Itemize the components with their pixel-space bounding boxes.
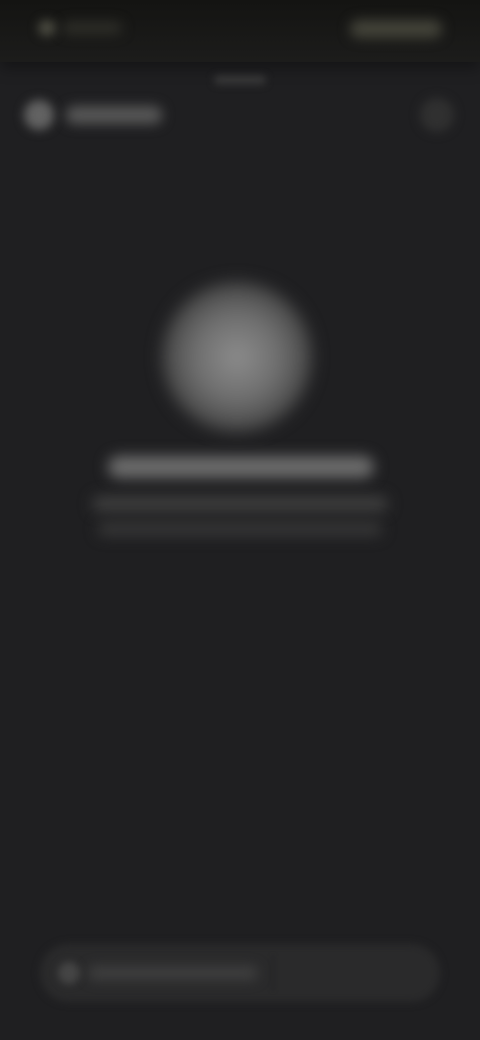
- brand-label: [66, 106, 162, 124]
- menu-button[interactable]: [420, 98, 454, 132]
- bottom-action-label: [88, 966, 258, 980]
- brand-icon: [24, 100, 54, 130]
- drag-handle[interactable]: [214, 76, 266, 84]
- status-time: [62, 22, 122, 34]
- hero-headline: [108, 456, 374, 478]
- status-bar: [0, 0, 480, 62]
- hero-subtext: [92, 496, 388, 512]
- status-system-indicators: [350, 20, 442, 38]
- screen: [0, 0, 480, 1040]
- action-icon: [58, 962, 80, 984]
- status-indicator-icon: [38, 20, 56, 36]
- hero-avatar: [162, 282, 312, 432]
- hero-subtext-continued: [98, 522, 382, 536]
- bottom-bar-divider: [272, 956, 274, 990]
- header: [20, 96, 460, 140]
